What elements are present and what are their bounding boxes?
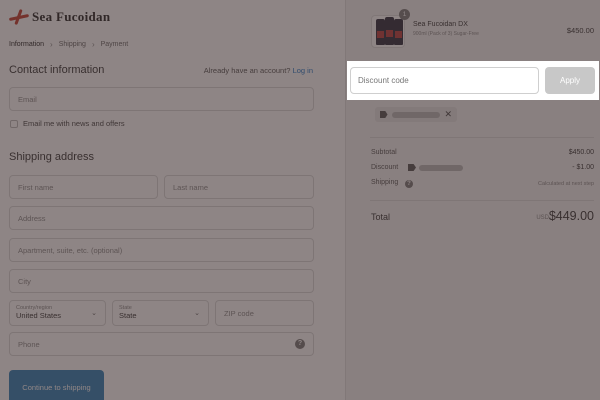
zip-field[interactable]: ZIP code	[215, 300, 314, 326]
login-prompt-text: Already have an account?	[203, 66, 291, 75]
phone-field[interactable]: Phone ?	[9, 332, 314, 356]
total-value: $449.00	[548, 209, 594, 223]
apartment-placeholder: Apartment, suite, etc. (optional)	[18, 245, 123, 255]
first-name-placeholder: First name	[18, 182, 54, 192]
discount-code-chip	[408, 164, 463, 171]
country-label: Country/region	[16, 304, 53, 311]
chevron-right-icon: ›	[50, 40, 53, 49]
brand-mark-icon	[8, 8, 30, 26]
apply-button[interactable]: Apply	[545, 67, 595, 94]
city-field[interactable]: City	[9, 269, 314, 293]
login-prompt: Already have an account? Log in	[204, 66, 313, 75]
subtotal-value: $450.00	[568, 149, 594, 156]
tag-icon	[408, 164, 416, 171]
discount-value: - $1.00	[572, 164, 594, 171]
newsletter-label: Email me with news and offers	[23, 119, 125, 128]
help-icon[interactable]: ?	[295, 339, 305, 349]
product-variant: 900ml (Pack of 3) Sugar-Free	[413, 31, 479, 37]
currency-code: USD	[536, 215, 549, 221]
bottle-image	[376, 19, 385, 45]
bottle-image	[394, 19, 403, 45]
state-select[interactable]: State State ⌄	[112, 300, 209, 326]
email-placeholder: Email	[18, 94, 37, 104]
shipping-value: Calculated at next step	[538, 181, 594, 187]
divider	[370, 137, 594, 138]
product-name: Sea Fucoidan DX	[413, 21, 468, 28]
email-field[interactable]: Email	[9, 87, 314, 111]
subtotal-label: Subtotal	[371, 149, 397, 156]
contact-title: Contact information	[9, 64, 105, 76]
discount-code-input[interactable]: Discount code	[350, 67, 539, 94]
help-icon[interactable]: ?	[405, 180, 413, 188]
shipping-label: Shipping	[371, 179, 399, 186]
chevron-down-icon: ⌄	[91, 310, 97, 317]
quantity-badge: 1	[399, 9, 410, 20]
address-placeholder: Address	[18, 213, 46, 223]
discount-code-placeholder: Discount code	[358, 76, 409, 85]
last-name-field[interactable]: Last name	[164, 175, 314, 199]
breadcrumb-information[interactable]: Information	[9, 41, 44, 48]
tag-icon	[380, 111, 388, 118]
zip-placeholder: ZIP code	[224, 308, 254, 318]
brand-logo[interactable]: Sea Fucoidan	[8, 8, 110, 26]
state-value: State	[119, 311, 137, 321]
discount-label: Discount	[371, 164, 399, 171]
newsletter-checkbox[interactable]	[10, 119, 18, 128]
bottle-image	[385, 17, 394, 45]
breadcrumb-shipping: Shipping	[58, 41, 86, 48]
state-label: State	[119, 304, 132, 311]
breadcrumb-payment: Payment	[100, 41, 129, 48]
divider	[370, 200, 594, 201]
product-thumbnail	[371, 15, 405, 48]
product-price: $450.00	[566, 26, 594, 35]
first-name-field[interactable]: First name	[9, 175, 158, 199]
chevron-down-icon: ⌄	[194, 310, 200, 317]
discount-code-redacted	[391, 111, 441, 118]
apartment-field[interactable]: Apartment, suite, etc. (optional)	[9, 238, 314, 262]
continue-to-shipping-button[interactable]: Continue to shipping	[9, 370, 104, 400]
close-icon[interactable]: ✕	[444, 109, 452, 120]
breadcrumb: Information › Shipping › Payment	[9, 40, 128, 49]
shipping-title: Shipping address	[9, 151, 95, 163]
discount-code-redacted	[419, 164, 463, 171]
total-label: Total	[371, 212, 391, 222]
brand-logo-text: Sea Fucoidan	[32, 9, 111, 24]
last-name-placeholder: Last name	[173, 182, 209, 192]
chevron-right-icon: ›	[91, 40, 95, 49]
city-placeholder: City	[18, 276, 31, 286]
country-value: United States	[16, 311, 62, 321]
country-select[interactable]: Country/region United States ⌄	[9, 300, 106, 326]
login-link[interactable]: Log in	[293, 66, 313, 75]
address-field[interactable]: Address	[9, 206, 314, 230]
phone-placeholder: Phone	[18, 339, 40, 349]
discount-code-panel: Discount code Apply	[347, 61, 599, 100]
applied-discount-tag: ✕	[375, 107, 457, 122]
newsletter-option[interactable]: Email me with news and offers	[10, 119, 125, 128]
checkout-form-column: Sea Fucoidan Information › Shipping › Pa…	[0, 0, 345, 400]
